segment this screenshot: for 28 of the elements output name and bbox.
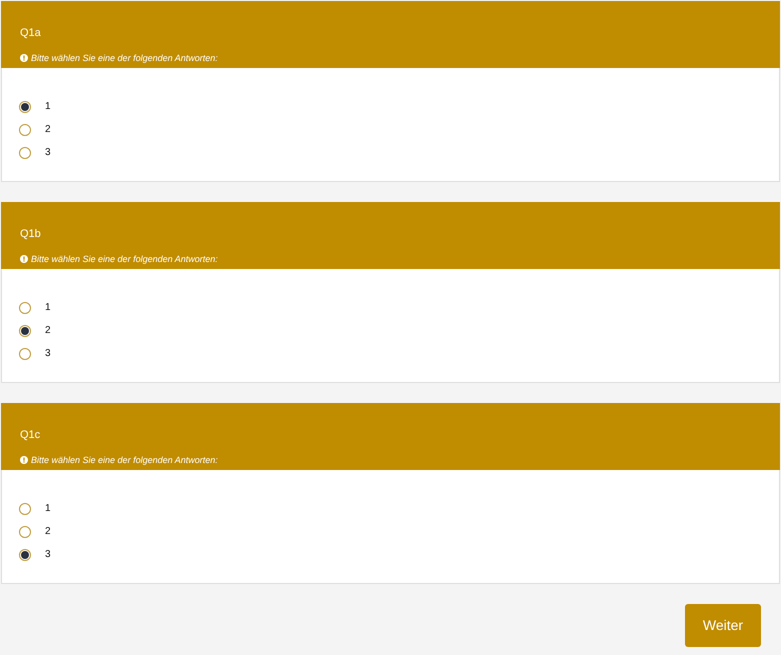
option-label: 2: [45, 324, 51, 338]
radio-button[interactable]: [19, 146, 31, 158]
option-label: 3: [45, 347, 51, 361]
option-label: 1: [45, 502, 51, 516]
hint-text: Bitte wählen Sie eine der folgenden Antworten:: [31, 454, 218, 467]
question-title: Q1b: [20, 227, 41, 242]
option-label: 1: [45, 100, 51, 114]
option-label: 3: [45, 548, 51, 562]
info-icon: [20, 456, 28, 464]
radio-button[interactable]: [19, 324, 31, 336]
question-title: Q1a: [20, 26, 41, 41]
radio-button[interactable]: [19, 348, 31, 360]
radio-button[interactable]: [19, 100, 31, 112]
option-label: 2: [45, 123, 51, 137]
radio-button[interactable]: [19, 526, 31, 538]
radio-button[interactable]: [19, 124, 31, 136]
hint-text: Bitte wählen Sie eine der folgenden Antworten:: [31, 52, 218, 65]
option-label: 2: [45, 525, 51, 539]
question-title: Q1c: [20, 428, 40, 443]
radio-button[interactable]: [19, 548, 31, 560]
hint-text: Bitte wählen Sie eine der folgenden Antworten:: [31, 252, 218, 266]
next-button[interactable]: Weiter: [685, 604, 761, 647]
radio-button[interactable]: [19, 502, 31, 514]
option-label: 1: [45, 301, 51, 315]
info-icon: [20, 255, 28, 264]
option-label: 3: [45, 146, 51, 160]
info-icon: [20, 54, 28, 62]
radio-button[interactable]: [19, 302, 31, 314]
